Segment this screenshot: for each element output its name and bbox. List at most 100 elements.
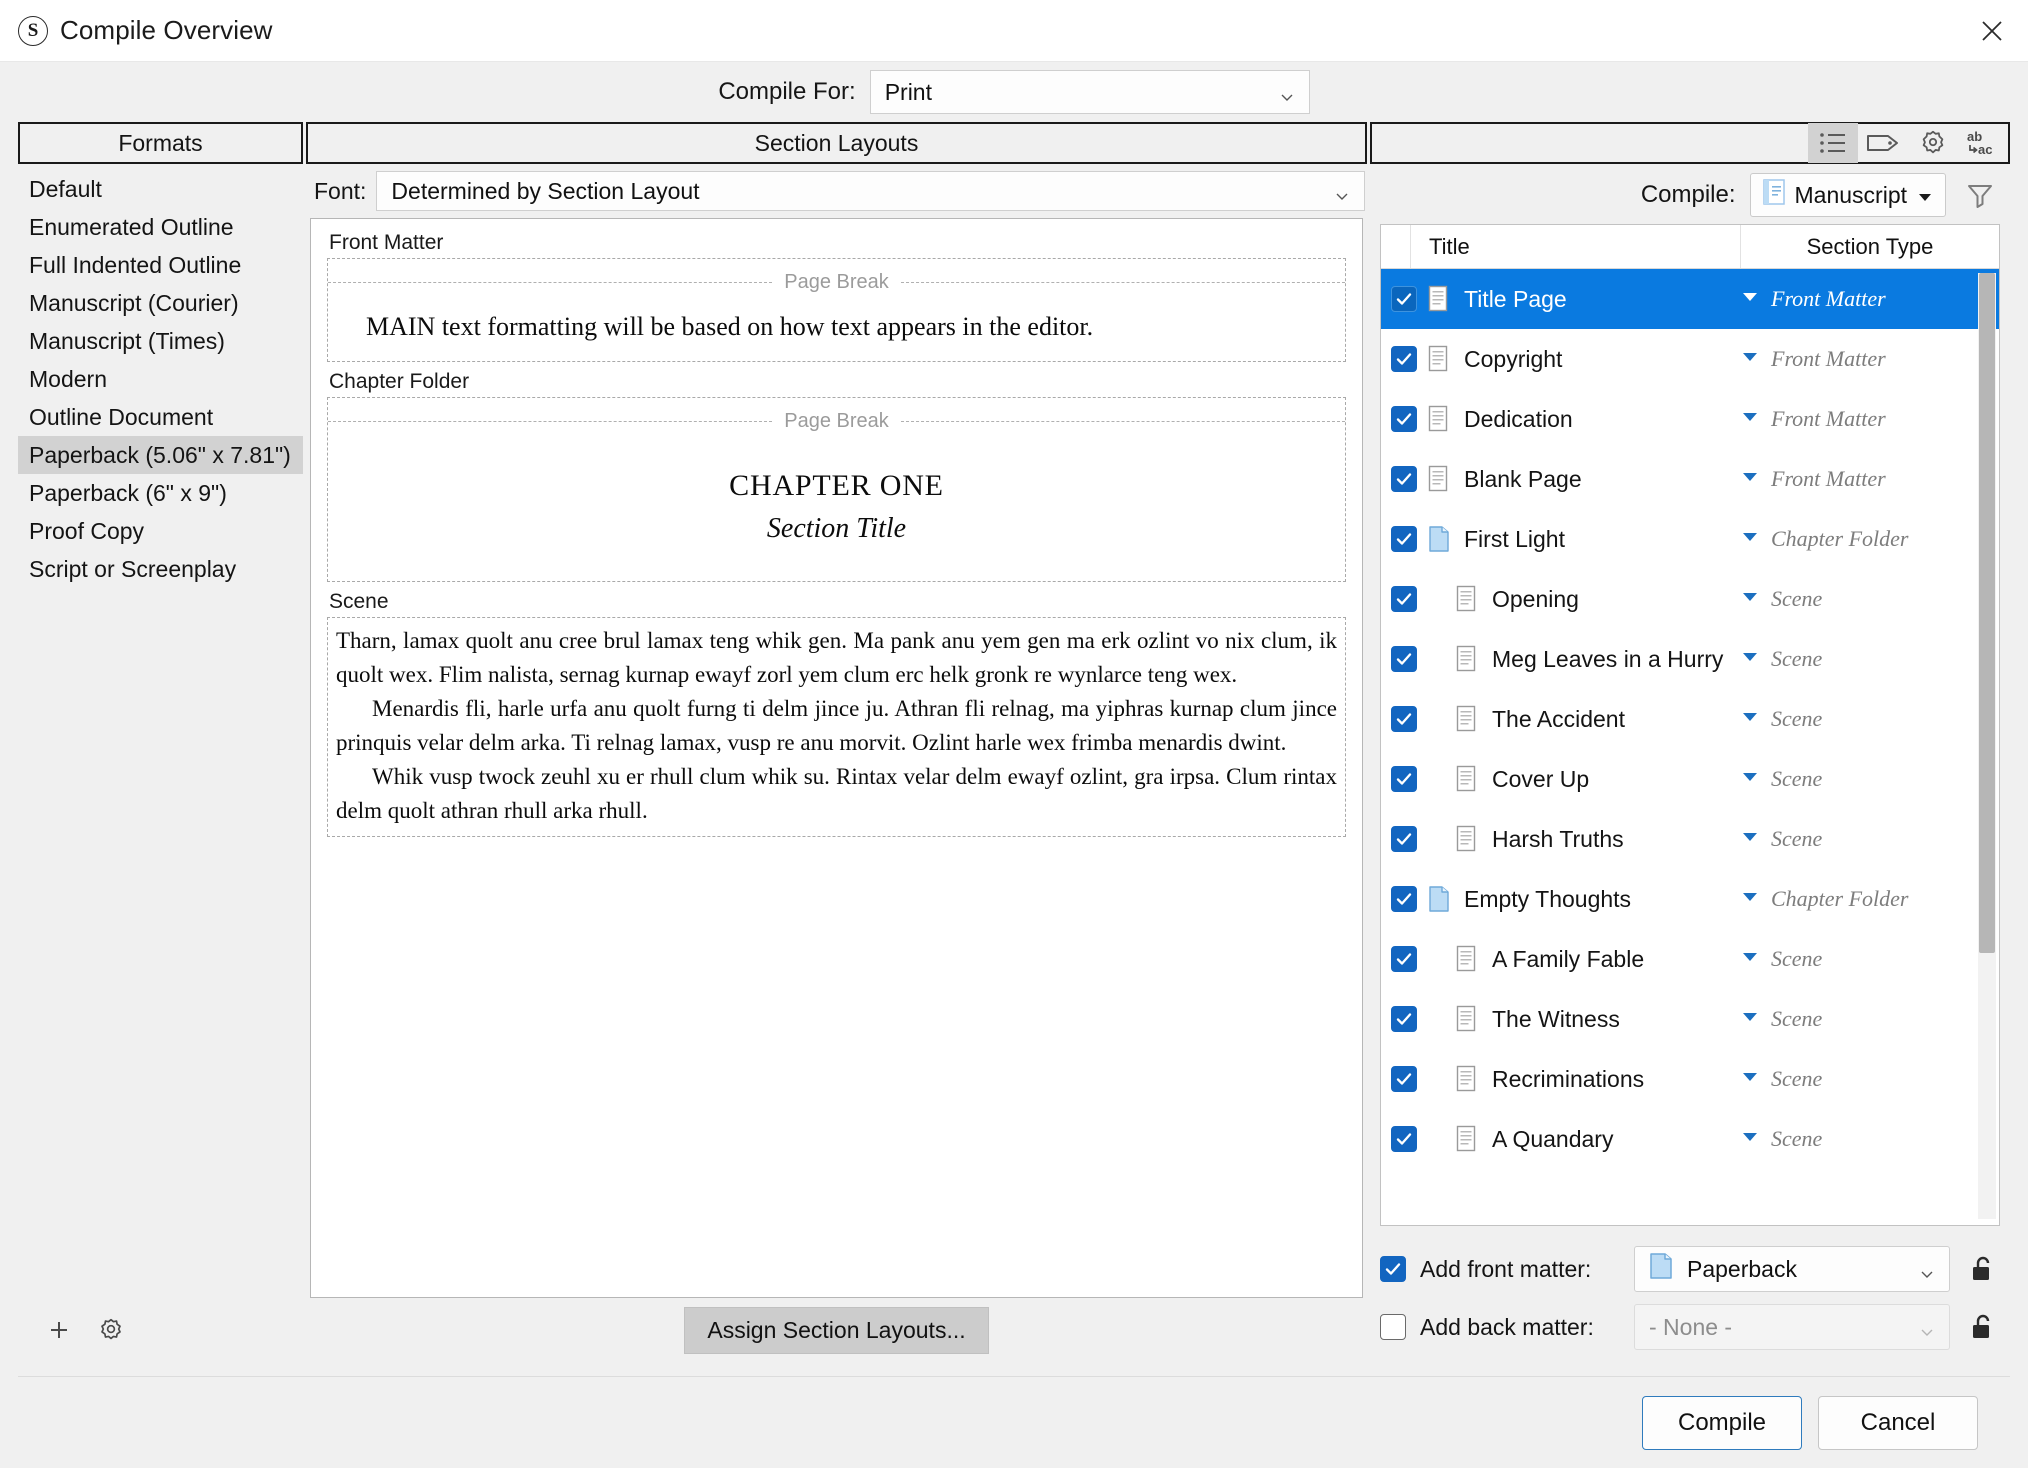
unlocked-padlock-icon[interactable] bbox=[1964, 1309, 2000, 1345]
section-type-cell[interactable]: Scene bbox=[1741, 766, 1999, 792]
document-row[interactable]: A QuandaryScene bbox=[1381, 1109, 1999, 1169]
section-type-cell[interactable]: Scene bbox=[1741, 1006, 1999, 1032]
document-include-checkbox[interactable] bbox=[1381, 646, 1427, 672]
caret-down-icon[interactable] bbox=[1741, 890, 1759, 908]
format-list-item[interactable]: Script or Screenplay bbox=[18, 550, 303, 588]
section-type-cell[interactable]: Front Matter bbox=[1741, 466, 1999, 492]
caret-down-icon[interactable] bbox=[1741, 1070, 1759, 1088]
format-list-item[interactable]: Full Indented Outline bbox=[18, 246, 303, 284]
tag-icon[interactable] bbox=[1858, 123, 1908, 163]
cancel-button[interactable]: Cancel bbox=[1818, 1396, 1978, 1450]
document-include-checkbox[interactable] bbox=[1381, 586, 1427, 612]
compile-button[interactable]: Compile bbox=[1642, 1396, 1802, 1450]
caret-down-icon[interactable] bbox=[1741, 830, 1759, 848]
back-matter-select[interactable]: - None - bbox=[1634, 1304, 1950, 1350]
document-include-checkbox[interactable] bbox=[1381, 346, 1427, 372]
document-row[interactable]: The AccidentScene bbox=[1381, 689, 1999, 749]
document-list[interactable]: Title PageFront MatterCopyrightFront Mat… bbox=[1381, 269, 1999, 1225]
gear-icon[interactable] bbox=[94, 1313, 128, 1347]
replacements-ab-ac-icon[interactable]: ab ac bbox=[1958, 123, 2008, 163]
document-include-checkbox[interactable] bbox=[1381, 826, 1427, 852]
section-type-cell[interactable]: Front Matter bbox=[1741, 286, 1999, 312]
document-include-checkbox[interactable] bbox=[1381, 526, 1427, 552]
compile-for-select[interactable]: Print bbox=[870, 70, 1310, 114]
document-include-checkbox[interactable] bbox=[1381, 1006, 1427, 1032]
document-row[interactable]: Blank PageFront Matter bbox=[1381, 449, 1999, 509]
column-header-section-type[interactable]: Section Type bbox=[1741, 225, 1999, 268]
font-select[interactable]: Determined by Section Layout bbox=[376, 171, 1365, 211]
scrollbar-thumb[interactable] bbox=[1979, 273, 1995, 953]
document-row[interactable]: DedicationFront Matter bbox=[1381, 389, 1999, 449]
section-type-cell[interactable]: Chapter Folder bbox=[1741, 526, 1999, 552]
caret-down-icon[interactable] bbox=[1741, 950, 1759, 968]
document-row[interactable]: OpeningScene bbox=[1381, 569, 1999, 629]
section-type-cell[interactable]: Scene bbox=[1741, 1066, 1999, 1092]
caret-down-icon[interactable] bbox=[1741, 350, 1759, 368]
document-include-checkbox[interactable] bbox=[1381, 406, 1427, 432]
document-include-checkbox[interactable] bbox=[1381, 1066, 1427, 1092]
plus-icon[interactable] bbox=[42, 1313, 76, 1347]
document-row[interactable]: Title PageFront Matter bbox=[1381, 269, 1999, 329]
formats-list[interactable]: DefaultEnumerated OutlineFull Indented O… bbox=[18, 164, 303, 1298]
caret-down-icon[interactable] bbox=[1741, 410, 1759, 428]
layout-preview[interactable]: Front Matter Page Break MAIN text format… bbox=[310, 218, 1363, 1298]
format-list-item[interactable]: Modern bbox=[18, 360, 303, 398]
format-list-item[interactable]: Manuscript (Times) bbox=[18, 322, 303, 360]
document-row[interactable]: Harsh TruthsScene bbox=[1381, 809, 1999, 869]
front-matter-row: Add front matter: Paperback bbox=[1380, 1240, 2000, 1298]
section-type-cell[interactable]: Scene bbox=[1741, 946, 1999, 972]
document-include-checkbox[interactable] bbox=[1381, 466, 1427, 492]
add-back-matter-checkbox[interactable] bbox=[1380, 1314, 1406, 1340]
document-include-checkbox[interactable] bbox=[1381, 946, 1427, 972]
caret-down-icon[interactable] bbox=[1741, 590, 1759, 608]
document-include-checkbox[interactable] bbox=[1381, 706, 1427, 732]
document-row[interactable]: RecriminationsScene bbox=[1381, 1049, 1999, 1109]
document-include-checkbox[interactable] bbox=[1381, 286, 1427, 312]
gear-icon[interactable] bbox=[1908, 123, 1958, 163]
section-type-cell[interactable]: Scene bbox=[1741, 586, 1999, 612]
filter-funnel-icon[interactable] bbox=[1960, 175, 2000, 215]
section-type-cell[interactable]: Chapter Folder bbox=[1741, 886, 1999, 912]
caret-down-icon[interactable] bbox=[1741, 770, 1759, 788]
document-list-scrollbar[interactable] bbox=[1978, 273, 1996, 1219]
document-row[interactable]: The WitnessScene bbox=[1381, 989, 1999, 1049]
format-list-item[interactable]: Default bbox=[18, 170, 303, 208]
document-row[interactable]: A Family FableScene bbox=[1381, 929, 1999, 989]
document-include-checkbox[interactable] bbox=[1381, 886, 1427, 912]
column-header-title[interactable]: Title bbox=[1411, 225, 1741, 268]
format-item-label: Paperback (6" x 9") bbox=[29, 480, 227, 507]
document-row[interactable]: First LightChapter Folder bbox=[1381, 509, 1999, 569]
section-type-cell[interactable]: Scene bbox=[1741, 1126, 1999, 1152]
format-list-item[interactable]: Manuscript (Courier) bbox=[18, 284, 303, 322]
format-list-item[interactable]: Paperback (6" x 9") bbox=[18, 474, 303, 512]
caret-down-icon[interactable] bbox=[1741, 530, 1759, 548]
document-row[interactable]: Meg Leaves in a HurryScene bbox=[1381, 629, 1999, 689]
document-row[interactable]: CopyrightFront Matter bbox=[1381, 329, 1999, 389]
front-matter-select[interactable]: Paperback bbox=[1634, 1246, 1950, 1292]
format-list-item[interactable]: Outline Document bbox=[18, 398, 303, 436]
unlocked-padlock-icon[interactable] bbox=[1964, 1251, 2000, 1287]
document-include-checkbox[interactable] bbox=[1381, 766, 1427, 792]
section-type-cell[interactable]: Scene bbox=[1741, 706, 1999, 732]
document-row[interactable]: Empty ThoughtsChapter Folder bbox=[1381, 869, 1999, 929]
caret-down-icon[interactable] bbox=[1741, 710, 1759, 728]
compile-target-dropdown[interactable]: Manuscript bbox=[1750, 173, 1946, 217]
assign-section-layouts-button[interactable]: Assign Section Layouts... bbox=[684, 1307, 988, 1354]
document-row[interactable]: Cover UpScene bbox=[1381, 749, 1999, 809]
add-front-matter-checkbox[interactable] bbox=[1380, 1256, 1406, 1282]
list-icon[interactable] bbox=[1808, 123, 1858, 163]
document-include-checkbox[interactable] bbox=[1381, 1126, 1427, 1152]
format-list-item[interactable]: Enumerated Outline bbox=[18, 208, 303, 246]
caret-down-icon[interactable] bbox=[1741, 470, 1759, 488]
caret-down-icon[interactable] bbox=[1741, 290, 1759, 308]
format-list-item[interactable]: Proof Copy bbox=[18, 512, 303, 550]
caret-down-icon[interactable] bbox=[1741, 650, 1759, 668]
close-icon[interactable] bbox=[1956, 0, 2028, 62]
format-list-item[interactable]: Paperback (5.06" x 7.81") bbox=[18, 436, 303, 474]
section-type-cell[interactable]: Front Matter bbox=[1741, 406, 1999, 432]
caret-down-icon[interactable] bbox=[1741, 1010, 1759, 1028]
section-type-cell[interactable]: Front Matter bbox=[1741, 346, 1999, 372]
section-type-cell[interactable]: Scene bbox=[1741, 826, 1999, 852]
caret-down-icon[interactable] bbox=[1741, 1130, 1759, 1148]
section-type-cell[interactable]: Scene bbox=[1741, 646, 1999, 672]
